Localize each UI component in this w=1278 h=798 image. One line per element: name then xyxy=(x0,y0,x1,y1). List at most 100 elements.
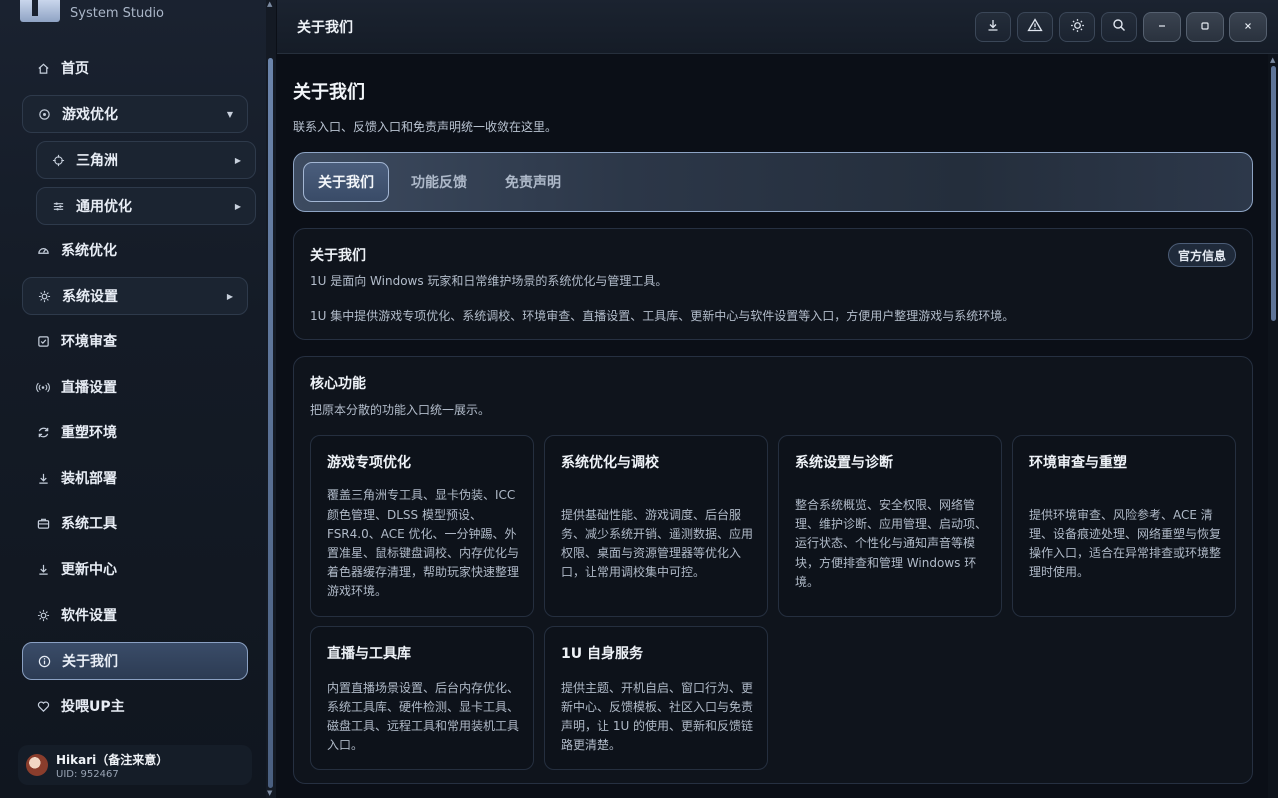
tab-disclaimer[interactable]: 免责声明 xyxy=(491,162,575,202)
minimize-icon xyxy=(1157,20,1167,35)
app-logo xyxy=(20,0,60,22)
feature-title: 1U 自身服务 xyxy=(561,646,643,662)
official-info-badge: 官方信息 xyxy=(1167,243,1236,267)
sidebar-item-system-tools[interactable]: 系统工具 xyxy=(22,504,248,542)
feature-card: 系统设置与诊断 整合系统概览、安全权限、网络管理、维护诊断、应用管理、启动项、运… xyxy=(778,435,1002,617)
feature-card: 游戏专项优化 覆盖三角洲专工具、显卡伪装、ICC 颜色管理、DLSS 模型预设、… xyxy=(310,435,534,617)
chevron-right-icon: ▶ xyxy=(234,155,241,165)
sidebar-item-live-settings[interactable]: 直播设置 xyxy=(22,368,248,406)
minimize-button[interactable] xyxy=(1143,12,1181,42)
sidebar-item-system-optimize[interactable]: 系统优化 xyxy=(22,231,248,269)
tab-bar: 关于我们 功能反馈 免责声明 xyxy=(293,152,1253,212)
sidebar-item-game-optimize[interactable]: 游戏优化 ▼ xyxy=(22,95,248,133)
scroll-down-icon[interactable]: ▼ xyxy=(267,789,272,797)
sidebar-item-system-settings[interactable]: 系统设置 ▶ xyxy=(22,277,248,315)
about-card-title: 关于我们 xyxy=(310,248,366,264)
page-description: 联系入口、反馈入口和免责声明统一收敛在这里。 xyxy=(293,120,558,134)
feature-description: 整合系统概览、安全权限、网络管理、维护诊断、应用管理、启动项、运行状态、个性化与… xyxy=(795,486,989,602)
feature-description: 提供主题、开机自启、窗口行为、更新中心、反馈模板、社区入口与免责声明，让 1U … xyxy=(561,677,755,757)
scroll-up-icon[interactable]: ▲ xyxy=(267,0,272,8)
avatar xyxy=(26,754,48,776)
sidebar-item-general-optimize[interactable]: 通用优化 ▶ xyxy=(36,187,256,225)
sidebar-item-label: 更新中心 xyxy=(61,562,117,578)
feature-title: 游戏专项优化 xyxy=(327,455,411,471)
sidebar-item-deploy[interactable]: 装机部署 xyxy=(22,459,248,497)
sidebar-item-update-center[interactable]: 更新中心 xyxy=(22,550,248,588)
app-subtitle: System Studio xyxy=(70,6,165,21)
sidebar-item-label: 投喂UP主 xyxy=(61,699,125,715)
feature-card: 系统优化与调校 提供基础性能、游戏调度、后台服务、减少系统开销、遥测数据、应用权… xyxy=(544,435,768,617)
about-card: 关于我们 官方信息 1U 是面向 Windows 玩家和日常维护场景的系统优化与… xyxy=(293,228,1253,340)
core-features-title: 核心功能 xyxy=(310,376,366,392)
feature-title: 环境审查与重塑 xyxy=(1029,455,1127,471)
crosshair-icon xyxy=(51,153,65,167)
maximize-button[interactable] xyxy=(1186,12,1224,42)
sidebar-item-env-audit[interactable]: 环境审查 xyxy=(22,322,248,360)
feature-title: 直播与工具库 xyxy=(327,646,411,662)
checkbox-icon xyxy=(36,334,50,348)
feature-description: 提供基础性能、游戏调度、后台服务、减少系统开销、遥测数据、应用权限、桌面与资源管… xyxy=(561,486,755,602)
download-icon xyxy=(986,18,1000,36)
tab-feedback[interactable]: 功能反馈 xyxy=(397,162,481,202)
scroll-up-icon[interactable]: ▲ xyxy=(1270,56,1275,64)
user-uid: UID: 952467 xyxy=(56,768,119,780)
maximize-icon xyxy=(1200,20,1210,35)
about-line-2: 1U 集中提供游戏专项优化、系统调校、环境审查、直播设置、工具库、更新中心与软件… xyxy=(310,309,1015,323)
main-scrollbar[interactable]: ▲ xyxy=(1268,54,1278,798)
sidebar-item-label: 系统工具 xyxy=(61,516,117,532)
feature-description-text: 内置直播场景设置、后台内存优化、系统工具库、硬件检测、显卡工具、磁盘工具、远程工… xyxy=(327,680,520,753)
sidebar-item-label: 软件设置 xyxy=(61,608,117,624)
sidebar-item-reshape-env[interactable]: 重塑环境 xyxy=(22,413,248,451)
feature-description: 内置直播场景设置、后台内存优化、系统工具库、硬件检测、显卡工具、磁盘工具、远程工… xyxy=(327,677,521,757)
sidebar-item-label: 系统设置 xyxy=(62,289,118,305)
sidebar-item-delta[interactable]: 三角洲 ▶ xyxy=(36,141,256,179)
close-button[interactable] xyxy=(1229,12,1267,42)
home-icon xyxy=(36,61,50,75)
feature-description-text: 提供环境审查、风险参考、ACE 清理、设备痕迹处理、网络重塑与恢复操作入口，适合… xyxy=(1029,507,1222,580)
heart-icon xyxy=(36,699,50,713)
download-button[interactable] xyxy=(975,12,1011,42)
user-name: Hikari（备注来意） xyxy=(56,752,169,767)
user-info: Hikari（备注来意） UID: 952467 xyxy=(56,751,168,780)
download-icon xyxy=(36,471,50,485)
sidebar-item-label: 重塑环境 xyxy=(61,425,117,441)
page-title: 关于我们 xyxy=(293,82,365,103)
close-icon xyxy=(1243,20,1253,35)
user-card[interactable]: Hikari（备注来意） UID: 952467 xyxy=(18,745,252,785)
download-icon xyxy=(36,562,50,576)
sidebar-item-label: 首页 xyxy=(61,61,89,77)
sidebar-item-donate[interactable]: 投喂UP主 xyxy=(22,687,248,725)
sidebar-item-label: 通用优化 xyxy=(76,199,132,215)
search-icon xyxy=(1112,18,1126,36)
sliders-icon xyxy=(51,199,65,213)
main-scroll-thumb[interactable] xyxy=(1271,66,1276,321)
search-button[interactable] xyxy=(1101,12,1137,42)
sidebar-item-about[interactable]: 关于我们 xyxy=(22,642,248,680)
feature-description-text: 提供基础性能、游戏调度、后台服务、减少系统开销、遥测数据、应用权限、桌面与资源管… xyxy=(561,507,754,580)
warning-button[interactable] xyxy=(1017,12,1053,42)
sun-icon xyxy=(1070,18,1085,37)
sidebar-scrollbar[interactable]: ▲ ▼ xyxy=(266,0,276,798)
sidebar-item-label: 直播设置 xyxy=(61,380,117,396)
core-features-card: 核心功能 把原本分散的功能入口统一展示。 游戏专项优化 覆盖三角洲专工具、显卡伪… xyxy=(293,356,1253,784)
sidebar-item-home[interactable]: 首页 xyxy=(22,49,248,87)
feature-title: 系统优化与调校 xyxy=(561,455,659,471)
sidebar-item-app-settings[interactable]: 软件设置 xyxy=(22,596,248,634)
refresh-icon xyxy=(36,425,50,439)
window-title: 关于我们 xyxy=(297,20,353,36)
theme-toggle-button[interactable] xyxy=(1059,12,1095,42)
info-icon xyxy=(37,654,51,668)
tab-about[interactable]: 关于我们 xyxy=(303,162,389,202)
feature-card: 环境审查与重塑 提供环境审查、风险参考、ACE 清理、设备痕迹处理、网络重塑与恢… xyxy=(1012,435,1236,617)
feature-description-text: 提供主题、开机自启、窗口行为、更新中心、反馈模板、社区入口与免责声明，让 1U … xyxy=(561,680,754,753)
sidebar-scroll-thumb[interactable] xyxy=(268,58,273,788)
broadcast-icon xyxy=(36,380,50,394)
core-features-subtitle: 把原本分散的功能入口统一展示。 xyxy=(310,403,491,417)
feature-description: 提供环境审查、风险参考、ACE 清理、设备痕迹处理、网络重塑与恢复操作入口，适合… xyxy=(1029,486,1223,602)
sidebar-item-label: 系统优化 xyxy=(61,243,117,259)
feature-title: 系统设置与诊断 xyxy=(795,455,893,471)
feature-description-text: 覆盖三角洲专工具、显卡伪装、ICC 颜色管理、DLSS 模型预设、FSR4.0、… xyxy=(327,488,520,599)
feature-card: 直播与工具库 内置直播场景设置、后台内存优化、系统工具库、硬件检测、显卡工具、磁… xyxy=(310,626,534,770)
feature-description: 覆盖三角洲专工具、显卡伪装、ICC 颜色管理、DLSS 模型预设、FSR4.0、… xyxy=(327,486,521,602)
sidebar-item-label: 装机部署 xyxy=(61,471,117,487)
